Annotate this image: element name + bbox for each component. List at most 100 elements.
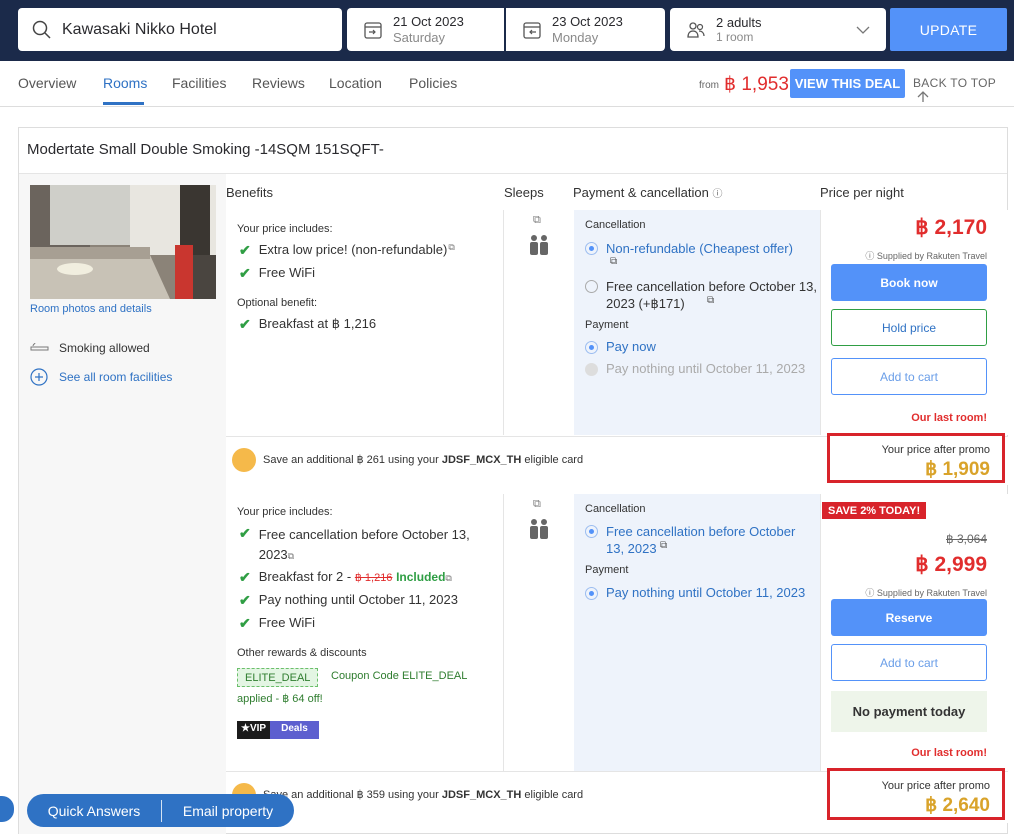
section-nav: Overview Rooms Facilities Reviews Locati… [0,61,1014,107]
header-price: Price per night [820,185,904,200]
offer-1-pay-option-1-label: Pay now [606,339,656,354]
arrow-up-icon [917,91,929,102]
offer-1-add-to-cart-button[interactable]: Add to cart [831,358,987,395]
vip-badge: ★VIP [237,721,271,739]
reserve-button[interactable]: Reserve [831,599,987,636]
quick-answers-button[interactable]: Quick Answers [27,803,161,819]
offer-1-cancel-option-2[interactable]: Free cancellation before October 13, 202… [585,278,817,312]
smoking-allowed: Smoking allowed [30,341,150,355]
from-label: from [699,80,719,91]
checkin-date-field[interactable]: 21 Oct 2023 Saturday [347,8,504,51]
offer-2-cancel-option-1-label: Free cancellation before October 13, 202… [606,524,796,556]
checkout-date-field[interactable]: 23 Oct 2023 Monday [506,8,665,51]
offer-1-last-room: Our last room! [911,412,987,424]
info-icon: ⓘ [865,251,875,261]
room-photo[interactable] [30,185,216,299]
offer-2-supplier-label: Supplied by Rakuten Travel [876,588,987,598]
external-link-icon[interactable]: ⧉ [660,540,667,551]
vip-deals-badge: ★VIP Deals [237,721,319,739]
offer-1-occupancy-info-icon[interactable]: ⧉ [533,214,541,227]
offer-2-breakfast-strike: ฿ 1,216 [354,572,393,584]
book-now-button[interactable]: Book now [831,264,987,301]
external-link-icon[interactable]: ⧉ [448,242,454,253]
room-photos-link[interactable]: Room photos and details [30,303,152,315]
offer-2-payment-title: Payment [585,564,629,576]
see-all-facilities-link[interactable]: See all room facilities [30,368,172,386]
offer-2-breakfast-included: Included [396,570,446,584]
radio-disabled [585,363,598,376]
email-property-button[interactable]: Email property [162,803,294,819]
tab-policies[interactable]: Policies [409,75,457,91]
offer-1-promo-label: Your price after promo [881,444,990,456]
offer-2-includes-title: Your price includes: [237,506,333,518]
offer-2-include4-text: Free WiFi [258,615,316,630]
offer-2-include-item: ✔ Free WiFi [239,615,315,632]
calendar-checkout-icon [523,21,541,39]
radio-selected[interactable] [585,242,598,255]
view-this-deal-button[interactable]: VIEW THIS DEAL [790,69,905,98]
offer-2-occupancy-info-icon[interactable]: ⧉ [533,498,541,511]
radio-unselected[interactable] [585,280,598,293]
back-to-top-link[interactable]: BACK TO TOP [913,76,1014,105]
offer-1-card-save-post: eligible card [524,454,584,466]
offer-2-pay-option-1[interactable]: Pay nothing until October 11, 2023 [585,585,805,600]
external-link-icon[interactable]: ⧉ [445,573,451,583]
two-persons-icon [530,235,548,255]
tab-reviews[interactable]: Reviews [252,75,305,91]
offer-1-card-promo: Save an additional ฿ 261 using your JDSF… [263,453,583,466]
radio-selected[interactable] [585,587,598,600]
radio-selected[interactable] [585,341,598,354]
offer-1-promo-price-box: Your price after promo ฿ 1,909 [827,433,1005,483]
hold-price-button[interactable]: Hold price [831,309,987,346]
chevron-down-icon [856,26,870,34]
offer-1-pay-option-2-label: Pay nothing until October 11, 2023 [606,361,806,376]
offer-1-card-save-pre: Save an additional ฿ 261 using your [263,454,439,466]
tab-location[interactable]: Location [329,75,382,91]
offer-2-promo-price-box: Your price after promo ฿ 2,640 [827,768,1005,820]
room-info-column: Room photos and details Smoking allowed … [19,174,226,834]
guests-count: 2 adults [716,15,762,30]
update-button[interactable]: UPDATE [890,8,1007,51]
coupon-applied-text: applied - ฿ 64 off! [237,693,323,705]
radio-selected[interactable] [585,525,598,538]
tab-rooms[interactable]: Rooms [103,75,147,91]
external-link-icon[interactable]: ⧉ [610,256,617,267]
offer-2-breakfast-pre: Breakfast for 2 - [258,569,352,584]
room-title: Modertate Small Double Smoking -14SQM 15… [27,141,384,158]
see-all-facilities-label: See all room facilities [59,370,173,384]
offer-1-supplier: ⓘ Supplied by Rakuten Travel [865,249,987,262]
offer-1-promo-price: ฿ 1,909 [925,459,990,480]
check-icon: ✔ [239,615,251,631]
offer-1-card-name: JDSF_MCX_TH [441,454,522,466]
offer-2-add-to-cart-button[interactable]: Add to cart [831,644,987,681]
checkout-date: 23 Oct 2023 [552,13,623,29]
external-link-icon[interactable]: ⧉ [707,295,714,306]
floating-action-bar: Quick Answers Email property [27,794,294,827]
offer-2-rewards-title: Other rewards & discounts [237,647,367,659]
occupancy-selector[interactable]: 2 adults 1 room [670,8,886,51]
offer-2-include-item: ✔ Free cancellation before October 13, 20… [239,525,489,566]
offer-1-pay-option-1[interactable]: Pay now [585,339,656,354]
chat-icon[interactable] [0,796,14,822]
offer-2-old-price: ฿ 3,064 [946,532,987,546]
check-icon: ✔ [239,525,251,541]
col-divider [503,494,504,771]
offer-2-breakfast: Breakfast for 2 - ฿ 1,216 Included⧉ [259,569,452,584]
active-tab-indicator [103,102,144,105]
check-icon: ✔ [239,569,251,585]
info-icon[interactable]: ⓘ [712,189,722,200]
vip-label: VIP [249,723,267,734]
col-divider [820,494,821,771]
offer-2-cancel-option-1[interactable]: Free cancellation before October 13, 202… [585,523,815,557]
tab-overview[interactable]: Overview [18,75,76,91]
checkin-date: 21 Oct 2023 [393,13,464,29]
offer-2-include-label: Free cancellation before October 13, 202… [259,525,489,566]
tab-facilities[interactable]: Facilities [172,75,226,91]
room-photo-image [30,185,216,299]
col-divider [503,210,504,435]
offer-1-optional-label: Breakfast at ฿ 1,216 [258,316,377,331]
hotel-search-field[interactable]: Kawasaki Nikko Hotel [18,8,342,51]
external-link-icon[interactable]: ⧉ [288,551,294,561]
offer-2-price: ฿ 2,999 [915,553,987,576]
offer-1-cancel-option-1[interactable]: Non-refundable (Cheapest offer) [585,240,815,257]
